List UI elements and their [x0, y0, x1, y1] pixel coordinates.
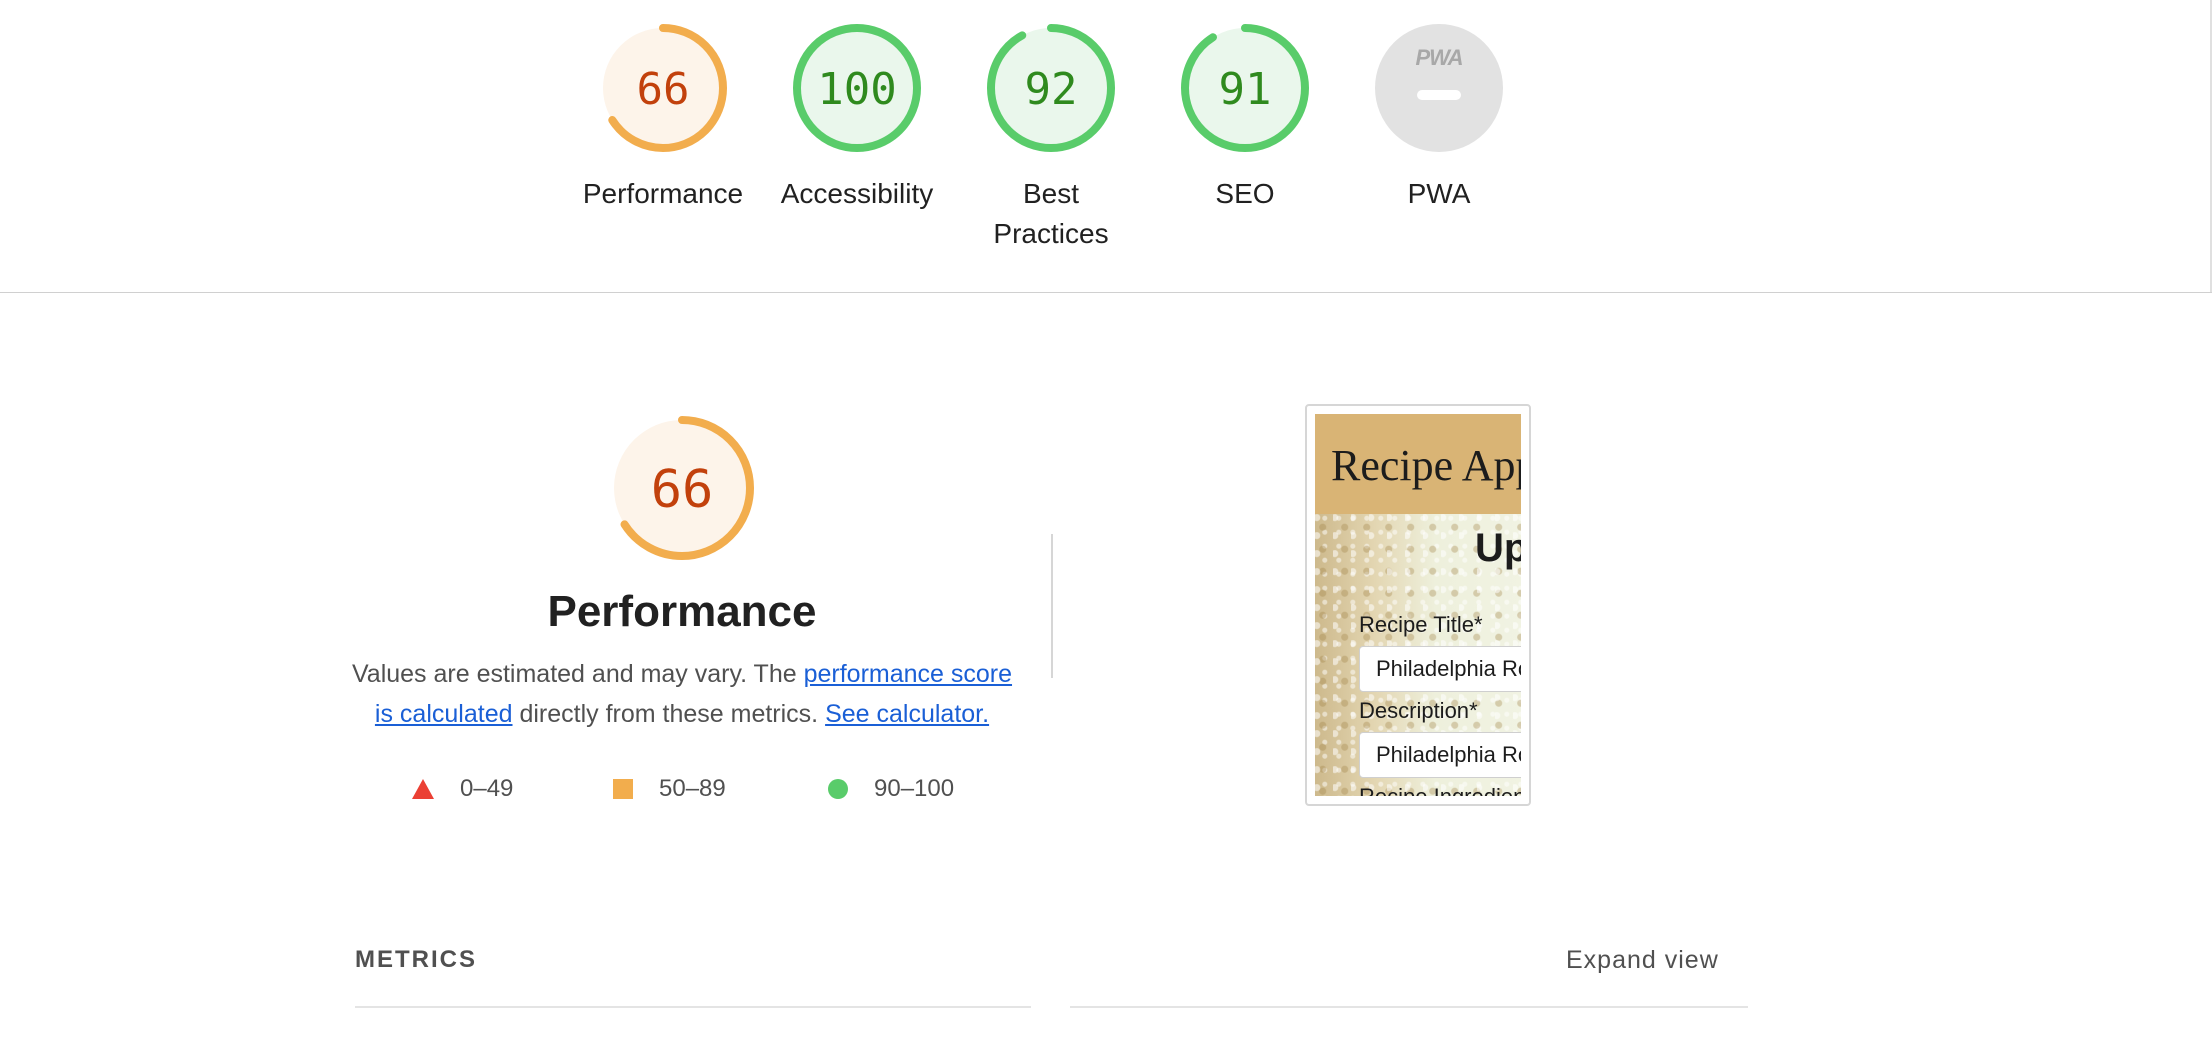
- legend-average: 50–89: [613, 774, 726, 804]
- pwa-dash-icon: [1417, 90, 1461, 100]
- square-icon: [613, 779, 633, 799]
- gauge-seo-label: SEO: [1215, 178, 1275, 209]
- performance-title: Performance: [547, 587, 817, 636]
- screenshot-heading: Update: [1475, 526, 1521, 570]
- gauge-performance-label: Performance: [582, 178, 744, 209]
- gauge-pwa-background: [1375, 24, 1503, 152]
- legend-fail: 0–49: [412, 774, 513, 804]
- screenshot-field2-label: Description*: [1359, 698, 1478, 723]
- performance-score: 66: [651, 460, 714, 520]
- gauge-seo[interactable]: 91 SEO: [1145, 22, 1345, 214]
- screenshot-field3-label: Recipe Ingredients: [1359, 784, 1521, 796]
- section-divider: [1051, 534, 1053, 678]
- legend-average-range: 50–89: [659, 775, 726, 802]
- gauge-best-practices-label: Best Practices: [993, 178, 1109, 249]
- see-calculator-link[interactable]: See calculator.: [825, 700, 989, 728]
- screenshot-app-header: Recipe App: [1315, 414, 1521, 514]
- gauge-seo-score: 91: [1219, 64, 1272, 115]
- legend-pass-range: 90–100: [874, 775, 955, 802]
- gauge-accessibility[interactable]: 100 Accessibility: [757, 22, 957, 214]
- performance-description: Values are estimated and may vary. The p…: [346, 654, 1018, 734]
- triangle-icon: [412, 779, 434, 799]
- pwa-badge-icon: PWA: [1415, 45, 1462, 70]
- performance-desc-text-1: Values are estimated and may vary. The: [351, 660, 804, 688]
- metrics-heading: METRICS: [355, 946, 477, 973]
- gauge-best-practices-score: 92: [1025, 64, 1078, 115]
- gauge-seo-ring: 91: [1181, 24, 1309, 152]
- circle-icon: [828, 779, 848, 799]
- performance-summary: 66 Performance Values are estimated and …: [346, 412, 1018, 734]
- category-gauges: 66 Performance 100 Accessibility 92 Best…: [0, 0, 2212, 292]
- gauge-accessibility-score: 100: [817, 64, 896, 115]
- gauge-pwa-ring: PWA: [1375, 24, 1503, 152]
- screenshot-field1-label: Recipe Title*: [1359, 612, 1483, 637]
- screenshot-app-title: Recipe App: [1331, 441, 1521, 490]
- expand-view-button[interactable]: Expand view: [1566, 946, 1719, 975]
- final-screenshot-thumbnail[interactable]: Recipe App Update Recipe Title* Philadel…: [1305, 404, 1531, 806]
- screenshot-image: Recipe App Update Recipe Title* Philadel…: [1315, 414, 1521, 796]
- metrics-divider-left: [355, 1006, 1031, 1008]
- gauge-performance-score: 66: [637, 64, 690, 115]
- gauge-performance[interactable]: 66 Performance: [563, 22, 763, 214]
- screenshot-field1-input: Philadelphia Roll: [1359, 646, 1521, 692]
- gauge-accessibility-label: Accessibility: [780, 178, 934, 209]
- gauge-performance-ring: 66: [599, 24, 727, 152]
- performance-gauge: 66: [610, 416, 754, 560]
- gauge-pwa-label: PWA: [1407, 178, 1471, 209]
- gauge-accessibility-ring: 100: [793, 24, 921, 152]
- screenshot-field2-input: Philadelphia Roll: [1359, 732, 1521, 778]
- gauge-pwa[interactable]: PWA PWA: [1339, 22, 1539, 214]
- gauge-best-practices[interactable]: 92 Best Practices: [951, 22, 1151, 254]
- legend-fail-range: 0–49: [460, 775, 514, 802]
- performance-desc-text-2: directly from these metrics.: [512, 700, 826, 728]
- header-divider: [0, 292, 2212, 293]
- gauge-best-practices-ring: 92: [987, 24, 1115, 152]
- legend-pass: 90–100: [828, 774, 954, 804]
- metrics-divider-right: [1070, 1006, 1748, 1008]
